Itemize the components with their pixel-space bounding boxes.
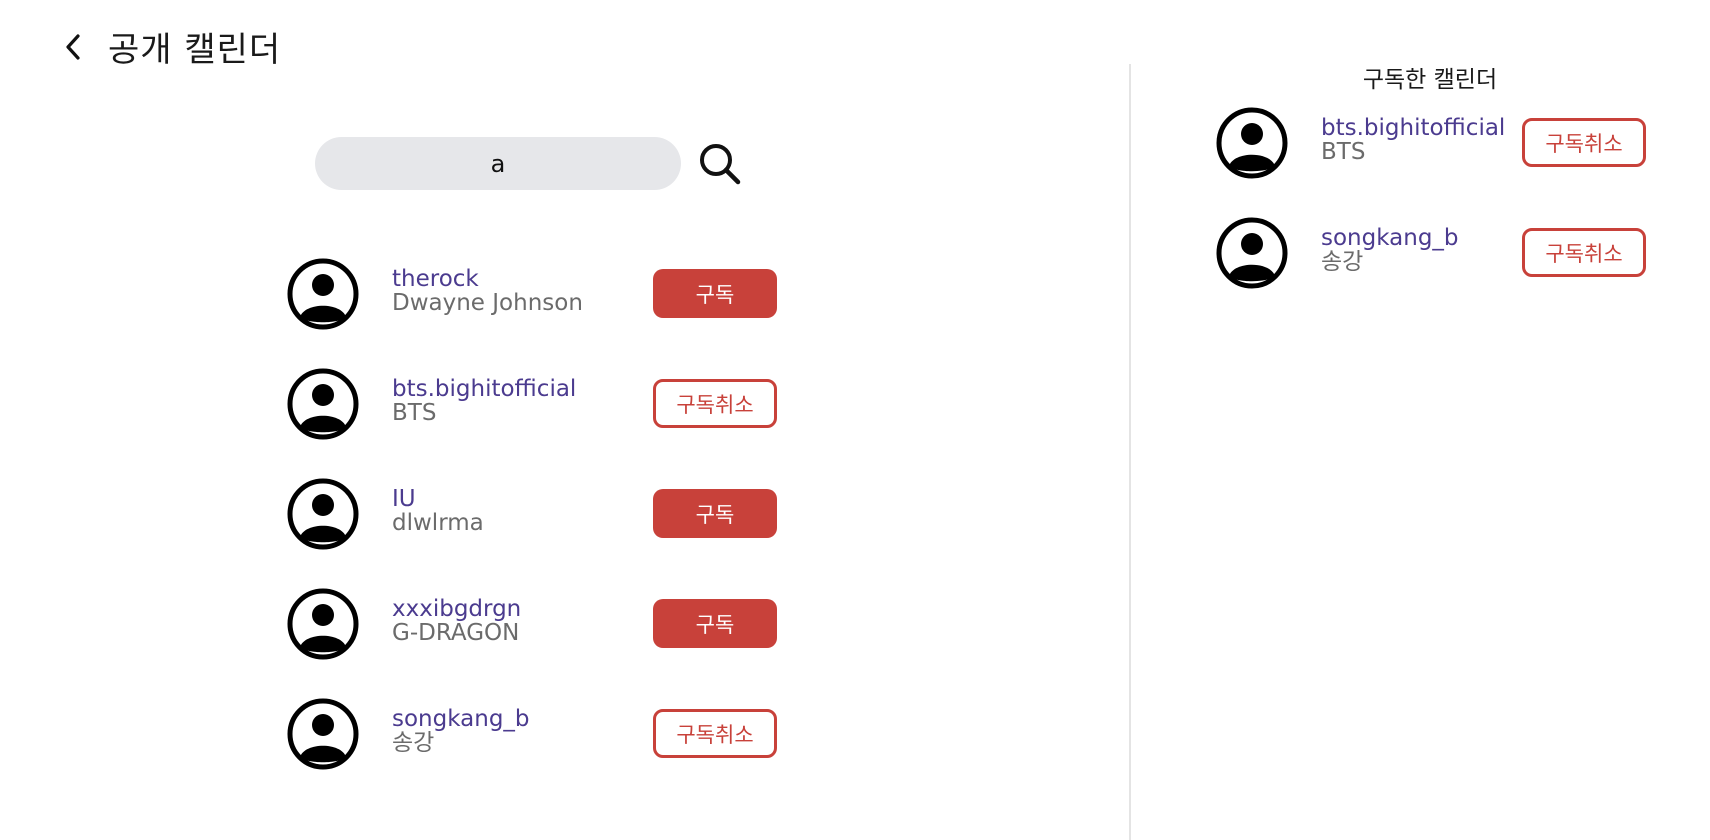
user-info: songkang_b 송강 [392, 707, 657, 755]
user-info: bts.bighitofficial BTS [1321, 116, 1521, 164]
page-title: 공개 캘린더 [108, 30, 282, 70]
user-name: 송강 [392, 730, 435, 756]
subscribed-panel-title: 구독한 캘린더 [1362, 67, 1498, 93]
user-info: therock Dwayne Johnson [392, 267, 657, 315]
header: 공개 캘린더 [60, 22, 281, 71]
user-info: IU dlwlrma [392, 487, 657, 535]
subscribe-button[interactable]: 구독 [653, 269, 777, 318]
search-input[interactable] [315, 137, 681, 190]
avatar-icon [287, 258, 359, 330]
list-item: therock Dwayne Johnson 구독 [287, 258, 787, 368]
user-id: bts.bighitofficial [1321, 115, 1506, 141]
user-info: bts.bighitofficial BTS [392, 377, 657, 425]
chevron-left-icon [66, 33, 80, 60]
user-name: BTS [1321, 139, 1366, 165]
back-button[interactable] [60, 27, 86, 67]
user-name: G-DRAGON [392, 620, 520, 646]
user-id: songkang_b [1321, 225, 1459, 251]
avatar-icon [287, 478, 359, 550]
avatar-icon [1216, 217, 1288, 289]
avatar-icon [287, 698, 359, 770]
user-id: bts.bighitofficial [392, 376, 577, 402]
public-calendar-page: 공개 캘린더 therock Dwayne Johnson 구독 [0, 0, 1710, 840]
list-item: songkang_b 송강 구독취소 [1216, 217, 1656, 327]
search-results-list: therock Dwayne Johnson 구독 bts.bighitoffi… [287, 258, 787, 808]
list-item: songkang_b 송강 구독취소 [287, 698, 787, 808]
unsubscribe-button[interactable]: 구독취소 [1522, 228, 1646, 277]
list-item: bts.bighitofficial BTS 구독취소 [1216, 107, 1656, 217]
avatar-icon [287, 588, 359, 660]
user-info: xxxibgdrgn G-DRAGON [392, 597, 657, 645]
unsubscribe-button[interactable]: 구독취소 [1522, 118, 1646, 167]
subscribed-calendar-list: bts.bighitofficial BTS 구독취소 songkang_b 송… [1216, 107, 1656, 327]
user-info: songkang_b 송강 [1321, 226, 1521, 274]
list-item: bts.bighitofficial BTS 구독취소 [287, 368, 787, 478]
unsubscribe-button[interactable]: 구독취소 [653, 379, 777, 428]
search-icon [700, 144, 741, 185]
user-id: xxxibgdrgn [392, 596, 522, 622]
list-item: IU dlwlrma 구독 [287, 478, 787, 588]
avatar-icon [1216, 107, 1288, 179]
user-name: dlwlrma [392, 510, 484, 536]
user-id: IU [392, 486, 416, 512]
user-id: songkang_b [392, 706, 530, 732]
user-name: BTS [392, 400, 437, 426]
subscribe-button[interactable]: 구독 [653, 489, 777, 538]
panel-divider [1129, 64, 1131, 840]
user-id: therock [392, 266, 479, 292]
avatar-icon [287, 368, 359, 440]
unsubscribe-button[interactable]: 구독취소 [653, 709, 777, 758]
user-name: Dwayne Johnson [392, 290, 583, 316]
search-button[interactable] [697, 141, 743, 187]
user-name: 송강 [1321, 249, 1364, 275]
list-item: xxxibgdrgn G-DRAGON 구독 [287, 588, 787, 698]
subscribe-button[interactable]: 구독 [653, 599, 777, 648]
